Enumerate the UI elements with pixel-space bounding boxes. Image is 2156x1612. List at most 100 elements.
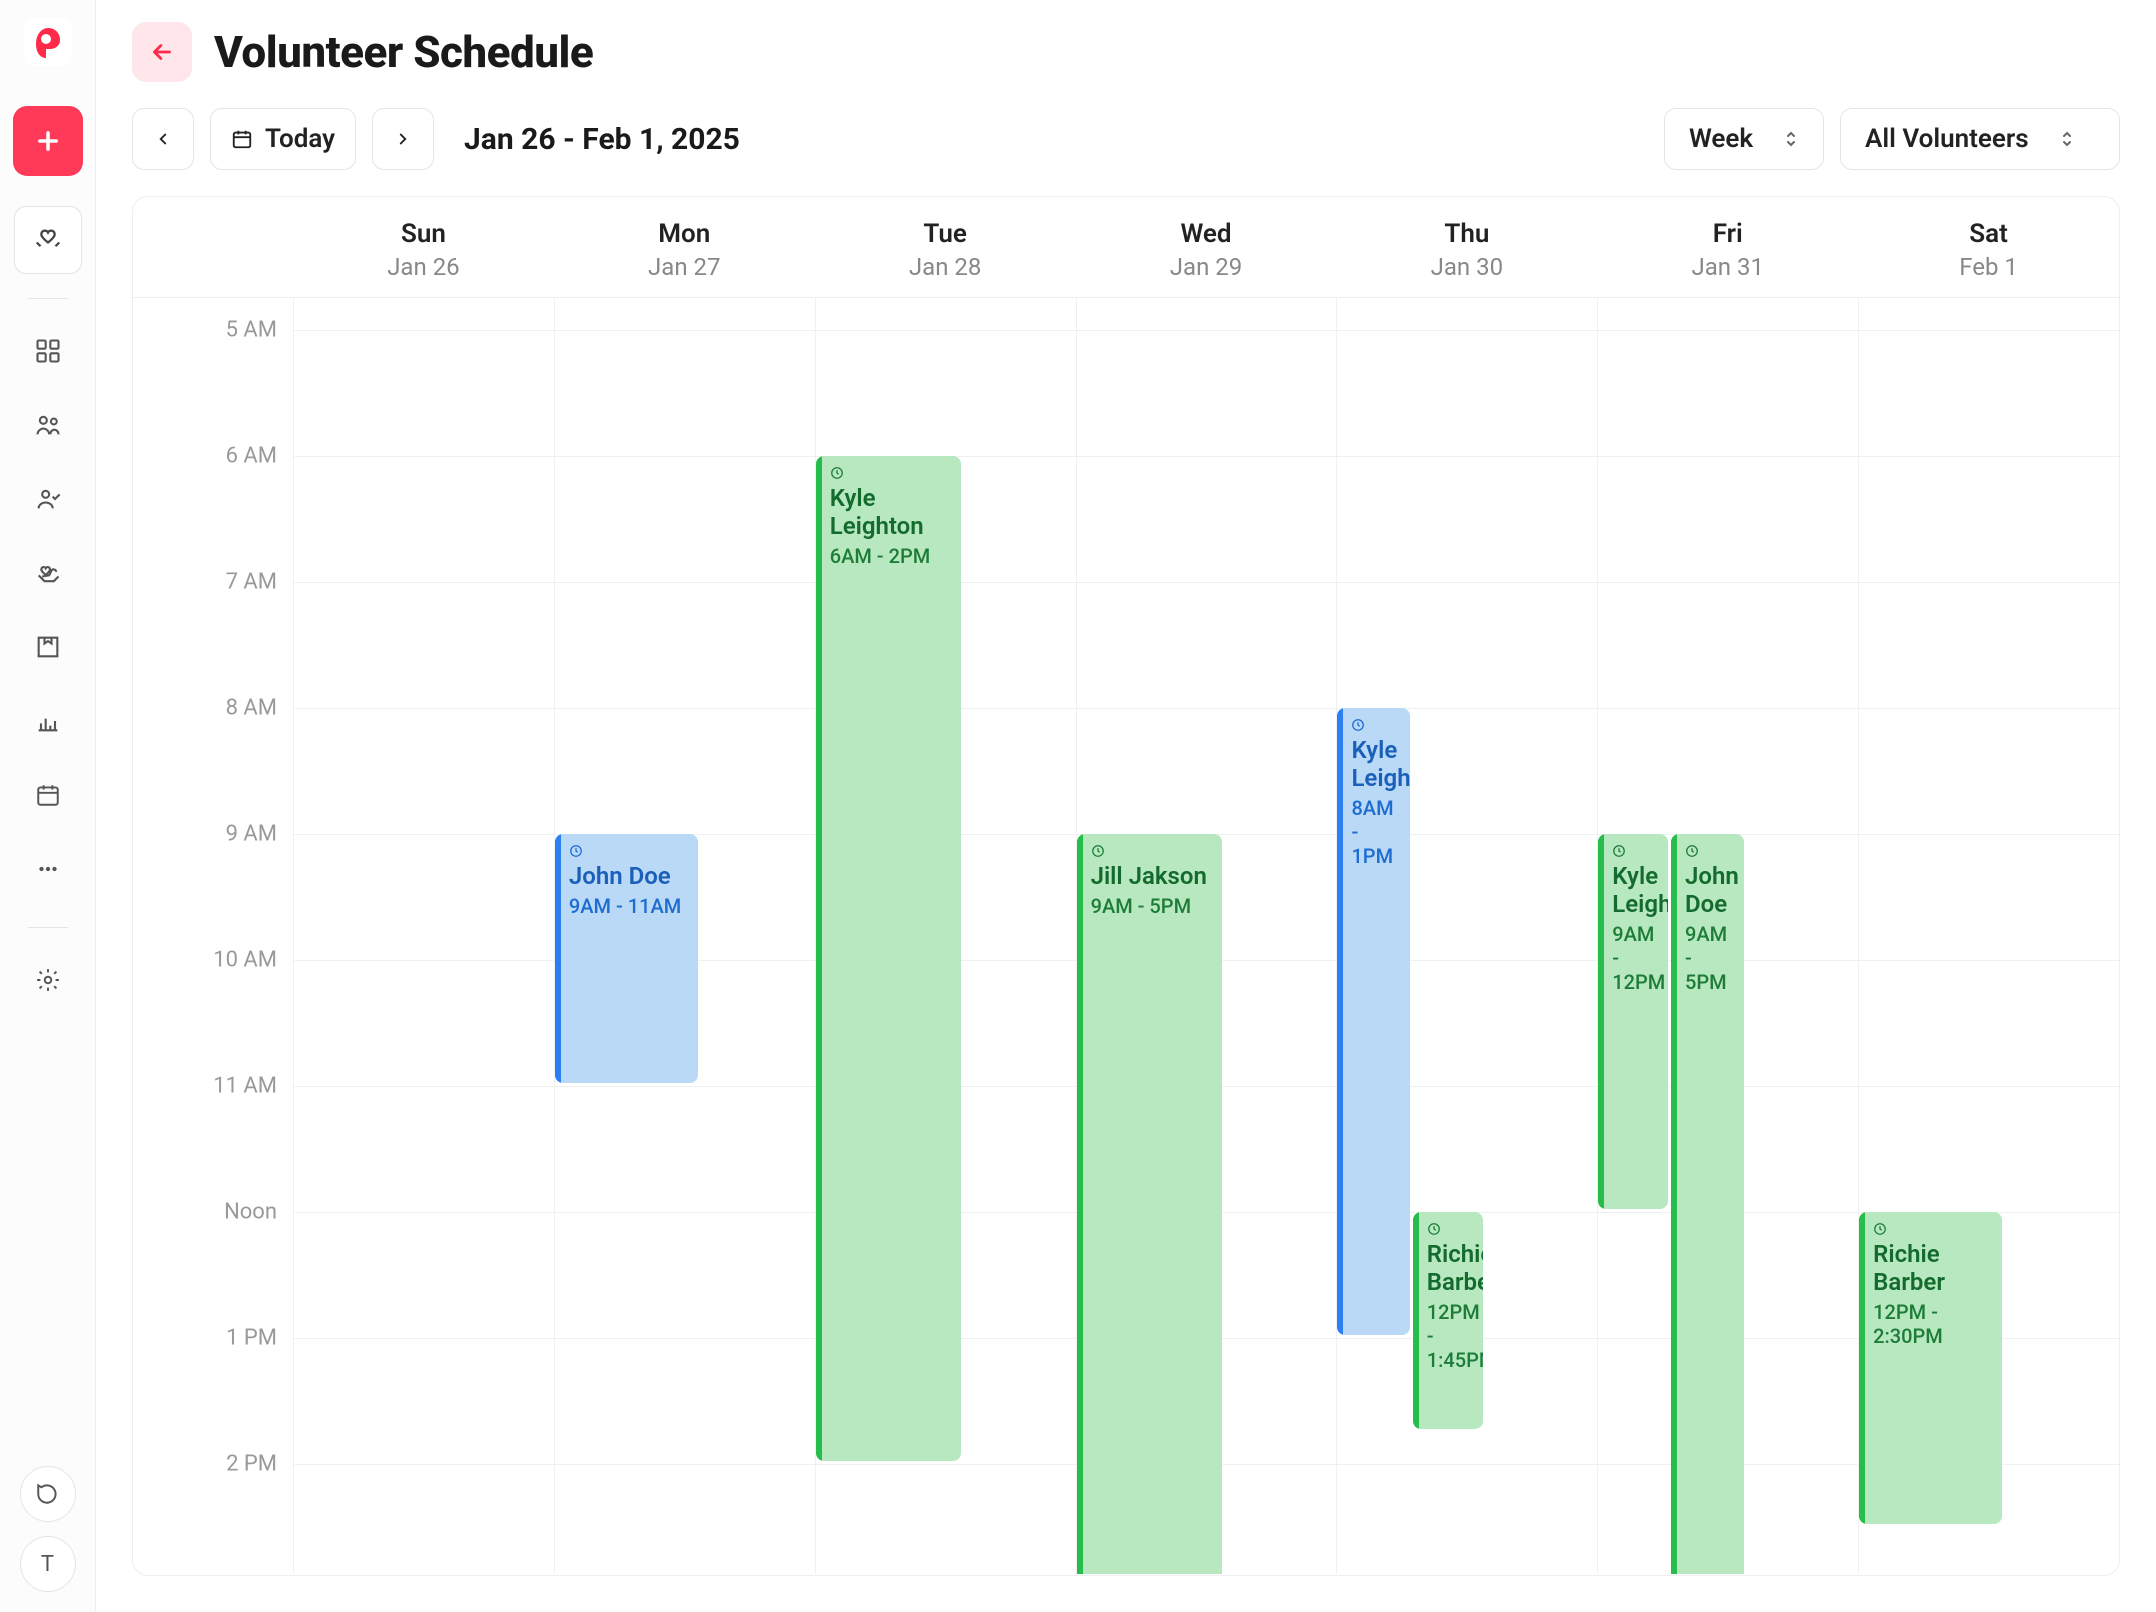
event-clock-icon xyxy=(1427,1222,1471,1236)
event-clock-icon xyxy=(830,466,950,480)
chat-button[interactable] xyxy=(20,1466,76,1522)
day-header: WedJan 29 xyxy=(1076,197,1337,297)
day-date: Jan 26 xyxy=(293,253,554,281)
chevrons-up-down-icon xyxy=(2059,129,2075,149)
schedule-event[interactable]: Richie Barber12PM - 1:45PM xyxy=(1413,1212,1483,1430)
sidebar-divider xyxy=(28,927,68,928)
clock-icon xyxy=(1427,1222,1441,1236)
clock-icon xyxy=(1351,718,1365,732)
nav-reports[interactable] xyxy=(14,687,82,755)
event-name: Kyle Leighton xyxy=(1351,736,1398,792)
nav-give[interactable] xyxy=(14,539,82,607)
schedule-event[interactable]: Kyle Leighton8AM - 1PM xyxy=(1337,708,1410,1335)
today-button[interactable]: Today xyxy=(210,108,356,170)
page-header: Volunteer Schedule xyxy=(132,22,2120,82)
day-column[interactable]: Kyle Leighton6AM - 2PM xyxy=(815,298,1076,1574)
event-time: 9AM - 11AM xyxy=(569,894,686,918)
event-time: 12PM - 2:30PM xyxy=(1873,1300,1990,1348)
day-date: Jan 31 xyxy=(1597,253,1858,281)
week-calendar: SunJan 26MonJan 27TueJan 28WedJan 29ThuJ… xyxy=(132,196,2120,1576)
time-label: 8 AM xyxy=(226,695,277,720)
volunteer-filter-select[interactable]: All Volunteers xyxy=(1840,108,2120,170)
time-label: 2 PM xyxy=(226,1451,277,1476)
event-name: Kyle Leighton xyxy=(1612,862,1656,918)
event-time: 9AM - 5PM xyxy=(1091,894,1211,918)
add-button[interactable] xyxy=(13,106,83,176)
calendar-icon xyxy=(35,782,61,808)
event-name: Kyle Leighton xyxy=(830,484,950,540)
schedule-event[interactable]: John Doe 9AM - 11AM xyxy=(555,834,698,1083)
schedule-event[interactable]: Kyle Leighton9AM - 12PM xyxy=(1598,834,1668,1209)
left-sidebar: T xyxy=(0,0,96,1612)
day-header: Mon Jan 27 xyxy=(554,197,815,297)
day-column[interactable]: Kyle Leighton9AM - 12PMJohn Doe9AM - 5PM xyxy=(1597,298,1858,1574)
day-of-week: Mon xyxy=(554,219,815,249)
clock-icon xyxy=(1685,844,1699,858)
nav-requests[interactable] xyxy=(14,613,82,681)
nav-more[interactable] xyxy=(14,835,82,903)
day-column[interactable]: John Doe 9AM - 11AM xyxy=(554,298,815,1574)
prev-week-button[interactable] xyxy=(132,108,194,170)
day-column[interactable]: Kyle Leighton8AM - 1PMRichie Barber12PM … xyxy=(1336,298,1597,1574)
clock-icon xyxy=(1873,1222,1887,1236)
nav-dashboard[interactable] xyxy=(14,317,82,385)
event-name: Jill Jakson xyxy=(1091,862,1211,890)
nav-people[interactable] xyxy=(14,391,82,459)
clock-icon xyxy=(830,466,844,480)
day-of-week: Sun xyxy=(293,219,554,249)
schedule-event[interactable]: Jill Jakson 9AM - 5PM xyxy=(1077,834,1223,1575)
nav-settings[interactable] xyxy=(14,946,82,1014)
app-logo[interactable] xyxy=(24,18,72,66)
time-label: 6 AM xyxy=(226,443,277,468)
view-select[interactable]: Week xyxy=(1664,108,1824,170)
event-clock-icon xyxy=(1685,844,1732,858)
event-clock-icon xyxy=(1612,844,1656,858)
arrow-left-icon xyxy=(149,39,175,65)
day-of-week: Fri xyxy=(1597,219,1858,249)
time-label: Noon xyxy=(224,1199,277,1224)
calendar-small-icon xyxy=(231,128,253,150)
bars-icon xyxy=(34,707,62,735)
calendar-grid[interactable]: John Doe 9AM - 11AM Kyle Leighton6AM - 2PM… xyxy=(293,298,2119,1574)
back-button[interactable] xyxy=(132,22,192,82)
event-clock-icon xyxy=(569,844,686,858)
nav-heart-hands[interactable] xyxy=(14,206,82,274)
day-column[interactable] xyxy=(293,298,554,1574)
event-time: 9AM - 12PM xyxy=(1612,922,1656,994)
event-name: John Doe xyxy=(569,862,686,890)
date-range: Jan 26 - Feb 1, 2025 xyxy=(464,122,740,157)
day-date: Jan 27 xyxy=(554,253,815,281)
calendar-body: 5 AM6 AM7 AM8 AM9 AM10 AM11 AMNoon1 PM2 … xyxy=(133,298,2119,1574)
chevron-right-icon xyxy=(394,130,412,148)
main-content: Volunteer Schedule Today Jan 26 - Feb 1,… xyxy=(96,0,2156,1612)
avatar-initial: T xyxy=(41,1552,54,1577)
user-avatar[interactable]: T xyxy=(20,1536,76,1592)
view-select-value: Week xyxy=(1689,124,1753,154)
day-column[interactable]: Jill Jakson 9AM - 5PM xyxy=(1076,298,1337,1574)
next-week-button[interactable] xyxy=(372,108,434,170)
day-of-week: Thu xyxy=(1336,219,1597,249)
dots-icon xyxy=(35,856,61,882)
chat-icon xyxy=(35,1481,61,1507)
day-date: Jan 29 xyxy=(1076,253,1337,281)
grid-icon xyxy=(34,337,62,365)
day-column[interactable]: Richie Barber12PM - 2:30PM xyxy=(1858,298,2119,1574)
calendar-header-row: SunJan 26MonJan 27TueJan 28WedJan 29ThuJ… xyxy=(133,197,2119,298)
plus-icon xyxy=(34,127,62,155)
event-time: 12PM - 1:45PM xyxy=(1427,1300,1471,1372)
time-label: 11 AM xyxy=(213,1073,277,1098)
today-label: Today xyxy=(265,124,335,154)
day-header: Fri Jan 31 xyxy=(1597,197,1858,297)
schedule-event[interactable]: Kyle Leighton6AM - 2PM xyxy=(816,456,962,1461)
nav-calendar[interactable] xyxy=(14,761,82,829)
nav-check-in[interactable] xyxy=(14,465,82,533)
page-title: Volunteer Schedule xyxy=(214,26,593,78)
day-of-week: Tue xyxy=(815,219,1076,249)
schedule-event[interactable]: Richie Barber12PM - 2:30PM xyxy=(1859,1212,2002,1524)
time-label: 10 AM xyxy=(213,947,277,972)
clock-icon xyxy=(1091,844,1105,858)
gear-icon xyxy=(35,967,61,993)
hand-heart-icon xyxy=(34,559,62,587)
schedule-event[interactable]: John Doe9AM - 5PM xyxy=(1671,834,1744,1575)
day-date: Jan 30 xyxy=(1336,253,1597,281)
